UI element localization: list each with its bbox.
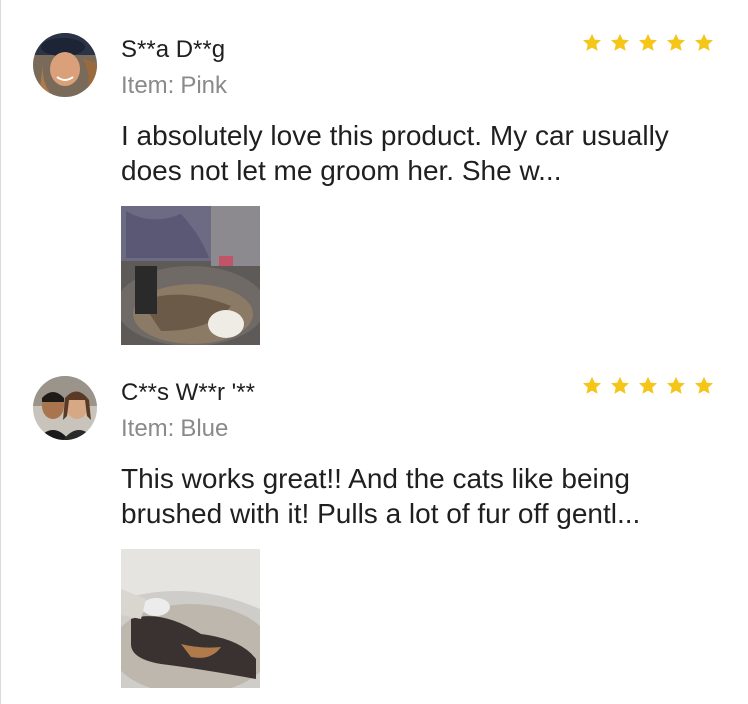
item-variant-label: Item: xyxy=(121,72,175,99)
star-icon xyxy=(583,376,601,394)
reviewer-avatar[interactable] xyxy=(33,33,97,97)
star-icon xyxy=(667,33,685,51)
item-variant-value: Pink xyxy=(180,72,228,99)
reviewer-avatar[interactable] xyxy=(33,376,97,440)
reviewer-name: S**a D**g xyxy=(121,36,226,63)
star-icon xyxy=(695,376,713,394)
left-divider xyxy=(0,0,1,704)
review-text[interactable]: This works great!! And the cats like bei… xyxy=(121,461,721,531)
star-icon xyxy=(639,376,657,394)
reviews-page: S**a D**g Item: Pink I absolutely love th… xyxy=(0,0,748,704)
star-icon xyxy=(611,33,629,51)
star-icon xyxy=(583,33,601,51)
star-rating xyxy=(581,375,715,397)
item-variant-value: Blue xyxy=(180,415,229,442)
review-photo[interactable] xyxy=(121,549,260,688)
review-photo[interactable] xyxy=(121,206,260,345)
star-icon xyxy=(667,376,685,394)
item-variant-label: Item: xyxy=(121,415,175,442)
item-variant: Item: Pink xyxy=(121,72,227,100)
item-variant: Item: Blue xyxy=(121,415,228,443)
star-icon xyxy=(611,376,629,394)
star-rating xyxy=(581,32,715,54)
reviewer-name: C**s W**r '** xyxy=(121,379,255,406)
star-icon xyxy=(639,33,657,51)
star-icon xyxy=(695,33,713,51)
review-text[interactable]: I absolutely love this product. My car u… xyxy=(121,118,721,188)
